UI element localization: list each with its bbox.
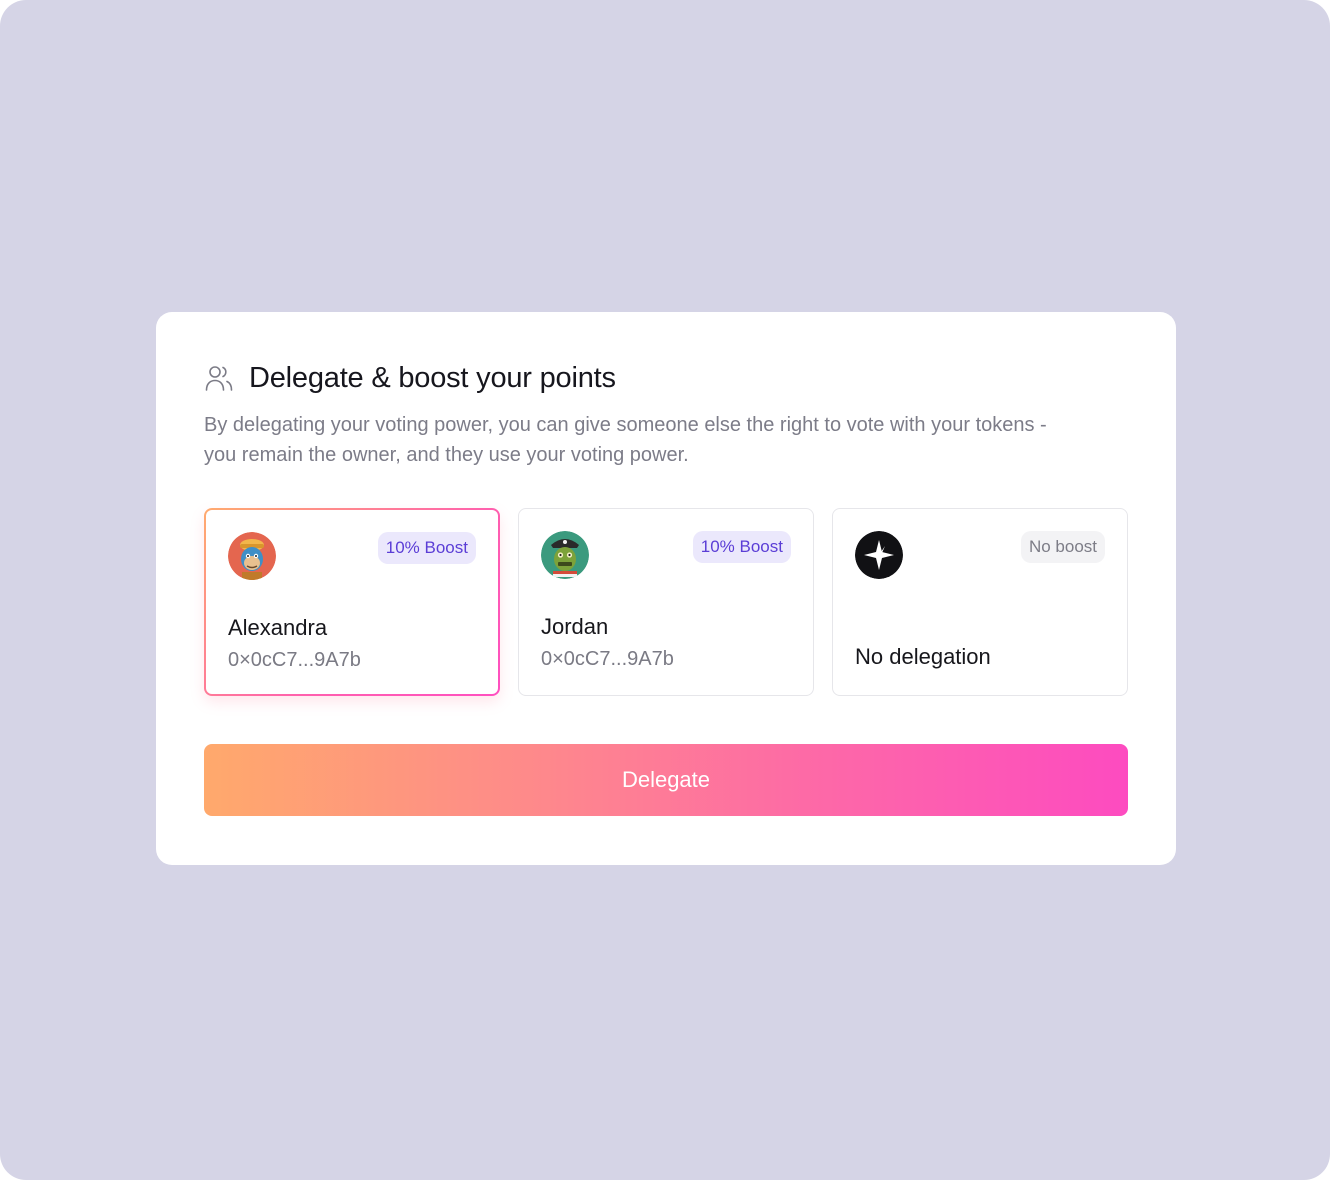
delegate-name: Jordan <box>541 614 609 639</box>
boost-badge: 10% Boost <box>377 532 476 564</box>
boost-badge: 10% Boost <box>692 531 791 563</box>
delegate-address: 0×0cC7...9A7b <box>541 648 674 670</box>
no-boost-badge: No boost <box>1020 531 1105 563</box>
delegate-address: 0×0cC7...9A7b <box>228 649 361 671</box>
page-backdrop: Delegate & boost your points By delegati… <box>0 0 1330 1180</box>
dialog-description: By delegating your voting power, you can… <box>204 414 1047 466</box>
delegate-button[interactable]: Delegate <box>204 744 1128 816</box>
delegate-options: 10% Boost Alexandra 0×0cC7...9A7b 10% Bo… <box>204 508 1128 696</box>
users-icon <box>204 363 234 393</box>
option-alexandra[interactable]: 10% Boost Alexandra 0×0cC7...9A7b <box>204 508 500 696</box>
dialog-title: Delegate & boost your points <box>249 361 616 394</box>
delegate-dialog: Delegate & boost your points By delegati… <box>156 312 1176 865</box>
sparkle-icon <box>855 531 903 579</box>
ape-avatar <box>228 532 276 580</box>
option-jordan[interactable]: 10% Boost Jordan 0×0cC7...9A7b <box>518 508 814 696</box>
option-no-delegation[interactable]: No boost No delegation <box>832 508 1128 696</box>
dialog-header: Delegate & boost your points <box>204 360 1128 396</box>
no-delegation-label: No delegation <box>855 644 991 669</box>
pirate-zombie-avatar <box>541 531 589 579</box>
delegate-name: Alexandra <box>228 615 328 640</box>
